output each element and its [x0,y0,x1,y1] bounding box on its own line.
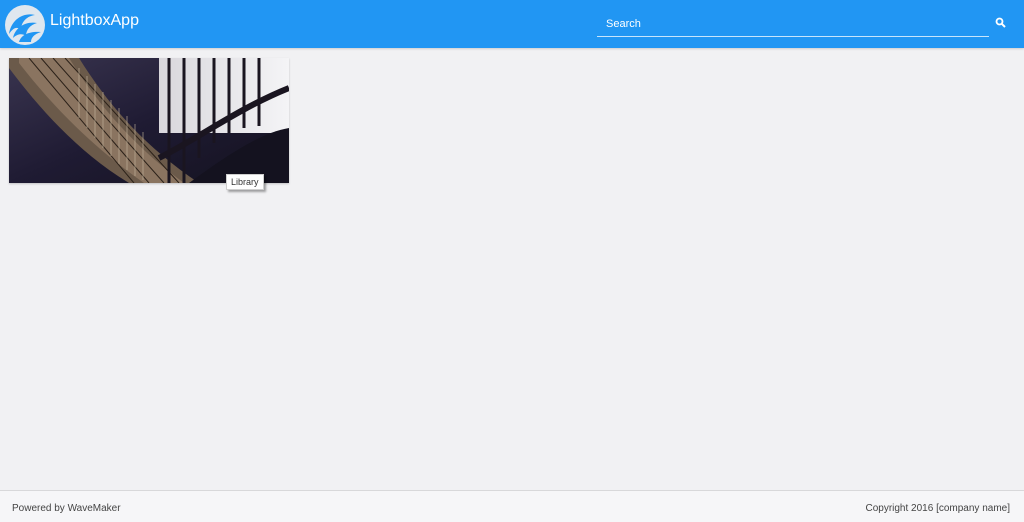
lightbox-image-card[interactable] [9,58,289,183]
library-bookshelves-photo [9,58,289,183]
app-header: LightboxApp [0,0,1024,48]
copyright-text: Copyright 2016 [company name] [865,503,1010,514]
app-footer: Powered by WaveMaker Copyright 2016 [com… [0,490,1024,522]
search-icon [995,17,1006,28]
powered-by-text: Powered by WaveMaker [12,503,121,514]
search-field [597,12,989,37]
wave-logo-icon[interactable] [3,4,47,46]
image-caption: Library [226,174,264,190]
search-button[interactable] [994,16,1008,30]
search-input[interactable] [597,12,989,36]
app-title[interactable]: LightboxApp [50,12,139,30]
